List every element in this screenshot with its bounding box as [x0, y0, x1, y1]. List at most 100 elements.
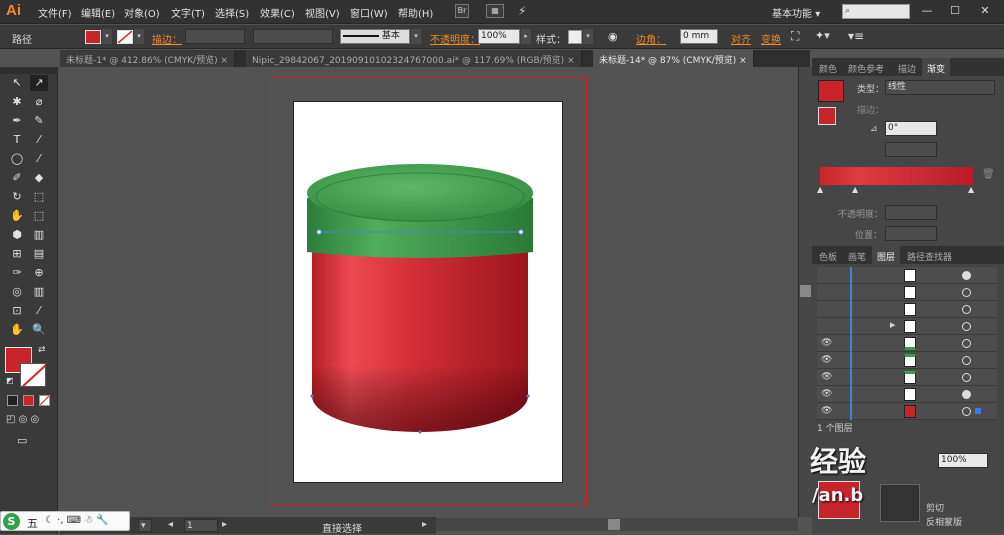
gradient-tool-icon[interactable]: ▤: [30, 246, 48, 262]
layer-row[interactable]: ▶: [817, 318, 997, 335]
layer-row[interactable]: [817, 267, 997, 284]
default-colors-icon[interactable]: ◩: [6, 376, 14, 385]
layer-row[interactable]: 👁: [817, 335, 997, 352]
rotate-tool-icon[interactable]: ↻: [8, 189, 26, 205]
delete-stop-icon[interactable]: 🗑: [982, 169, 995, 180]
tab-color-guide[interactable]: 颜色参考: [843, 58, 889, 76]
next-artboard-icon[interactable]: ▸: [222, 519, 227, 530]
tab-color[interactable]: 颜色: [814, 58, 842, 76]
tab-gradient[interactable]: 渐变: [922, 58, 951, 76]
zoom-dropdown-icon[interactable]: ▾: [138, 519, 152, 532]
perspective-grid-tool-icon[interactable]: ▥: [30, 227, 48, 243]
help-search-input[interactable]: ⌕: [842, 4, 910, 19]
mask-thumb[interactable]: [880, 484, 920, 522]
pen-tool-icon[interactable]: ✒: [8, 113, 26, 129]
gradient-angle-field[interactable]: 0°: [885, 121, 937, 136]
prev-artboard-icon[interactable]: ◂: [168, 519, 173, 530]
layer-row[interactable]: 👁: [817, 386, 997, 403]
tab-document-nipic[interactable]: Nipic_29842067_20190910102324767000.ai* …: [246, 50, 582, 67]
gradient-slider[interactable]: [820, 167, 973, 185]
none-mode-icon[interactable]: [39, 395, 50, 406]
recolor-icon[interactable]: ◉: [608, 30, 618, 43]
tab-stroke[interactable]: 描边: [893, 58, 921, 76]
tab-swatches[interactable]: 色板: [814, 246, 842, 264]
menu-object[interactable]: 对象(O): [124, 5, 160, 20]
visibility-icon[interactable]: 👁: [821, 338, 832, 348]
layer-row[interactable]: 👁: [817, 352, 997, 369]
stroke-color-box[interactable]: [20, 363, 46, 387]
panel-menu-icon[interactable]: ▾≡: [848, 29, 864, 43]
menu-view[interactable]: 视图(V): [305, 5, 340, 20]
layer-row[interactable]: [817, 284, 997, 301]
transform-link[interactable]: 变换: [761, 31, 781, 46]
stroke-label[interactable]: 描边：: [152, 31, 182, 46]
screen-mode-icon[interactable]: ▭: [17, 434, 27, 447]
paintbrush-tool-icon[interactable]: ⁄: [30, 151, 48, 167]
maximize-button[interactable]: ☐: [942, 2, 968, 20]
mask-opacity-field[interactable]: 100%: [938, 453, 988, 468]
gradient-fill-box[interactable]: [818, 107, 836, 125]
stroke-weight-field[interactable]: [185, 29, 245, 44]
canister-artwork[interactable]: [300, 160, 545, 435]
opacity-dropdown-icon[interactable]: ▸: [521, 29, 531, 44]
tab-document-14[interactable]: 未标题-14* @ 87% (CMYK/预览) ×: [593, 50, 754, 67]
status-menu-icon[interactable]: ▸: [422, 519, 427, 530]
ime-logo[interactable]: S: [3, 513, 20, 530]
fill-dropdown-icon[interactable]: ▾: [102, 29, 112, 44]
fill-swatch[interactable]: [85, 30, 101, 44]
gradient-stop-middle[interactable]: ▲: [852, 185, 858, 194]
menu-edit[interactable]: 编辑(E): [81, 5, 115, 20]
clip-checkbox-label[interactable]: 剪切: [926, 501, 944, 514]
blend-tool-icon[interactable]: ⊕: [30, 265, 48, 281]
brush-definition-field[interactable]: 基本: [340, 29, 410, 44]
tab-pathfinder[interactable]: 路径查找器: [902, 246, 957, 264]
lasso-tool-icon[interactable]: ⌀: [30, 94, 48, 110]
layer-row[interactable]: 👁: [817, 403, 997, 420]
aspect-ratio-field[interactable]: [885, 142, 937, 157]
mesh-tool-icon[interactable]: ⊞: [8, 246, 26, 262]
eraser-tool-icon[interactable]: ◆: [30, 170, 48, 186]
hand-tool-icon[interactable]: ✋: [8, 322, 26, 338]
slice-tool-icon[interactable]: ⁄: [30, 303, 48, 319]
menu-effect[interactable]: 效果(C): [260, 5, 295, 20]
style-dropdown-icon[interactable]: ▾: [583, 29, 593, 44]
arrange-documents-icon[interactable]: ▦: [486, 4, 504, 18]
graph-tool-icon[interactable]: ▥: [30, 284, 48, 300]
tab-document-1[interactable]: 未标题-1* @ 412.86% (CMYK/预览) ×: [60, 50, 236, 67]
curvature-tool-icon[interactable]: ✎: [30, 113, 48, 129]
sync-icon[interactable]: ⚡: [518, 4, 526, 18]
layer-row[interactable]: 👁: [817, 369, 997, 386]
menu-select[interactable]: 选择(S): [215, 5, 249, 20]
ime-tools-icons[interactable]: ☾ ·, ⌨ ☃ 🔧: [45, 515, 109, 526]
line-tool-icon[interactable]: ⁄: [30, 132, 48, 148]
brush-dropdown-icon[interactable]: ▾: [411, 29, 421, 44]
direct-selection-tool-icon[interactable]: ↗: [30, 75, 48, 91]
selection-tool-icon[interactable]: ↖: [8, 75, 26, 91]
align-link[interactable]: 对齐: [731, 31, 751, 46]
gradient-opacity-field[interactable]: [885, 205, 937, 220]
menu-file[interactable]: 文件(F): [38, 5, 72, 20]
bridge-button[interactable]: Br: [455, 4, 469, 18]
opacity-field[interactable]: 100%: [478, 29, 520, 44]
gradient-mode-icon[interactable]: [23, 395, 34, 406]
menu-window[interactable]: 窗口(W): [350, 5, 388, 20]
isolate-icon[interactable]: ⛶: [791, 29, 799, 44]
scale-tool-icon[interactable]: ⬚: [30, 189, 48, 205]
stroke-dropdown-icon[interactable]: ▾: [134, 29, 144, 44]
workspace-switcher[interactable]: 基本功能 ▾: [772, 5, 820, 20]
swap-colors-icon[interactable]: ⇄: [38, 345, 46, 355]
visibility-icon[interactable]: 👁: [821, 355, 832, 365]
color-mode-icon[interactable]: [7, 395, 18, 406]
pencil-tool-icon[interactable]: ✐: [8, 170, 26, 186]
artboard-tool-icon[interactable]: ⊡: [8, 303, 26, 319]
shape-options-icon[interactable]: ✦▾: [815, 29, 830, 42]
shape-builder-tool-icon[interactable]: ⬢: [8, 227, 26, 243]
ime-mode-label[interactable]: 五: [27, 515, 38, 531]
magic-wand-tool-icon[interactable]: ✱: [8, 94, 26, 110]
variable-width-field[interactable]: [253, 29, 333, 44]
corner-radius-field[interactable]: 0 mm: [680, 29, 718, 44]
free-transform-tool-icon[interactable]: ⬚: [30, 208, 48, 224]
visibility-icon[interactable]: 👁: [821, 372, 832, 382]
stroke-swatch[interactable]: [117, 30, 133, 44]
graphic-style-swatch[interactable]: [568, 30, 582, 44]
